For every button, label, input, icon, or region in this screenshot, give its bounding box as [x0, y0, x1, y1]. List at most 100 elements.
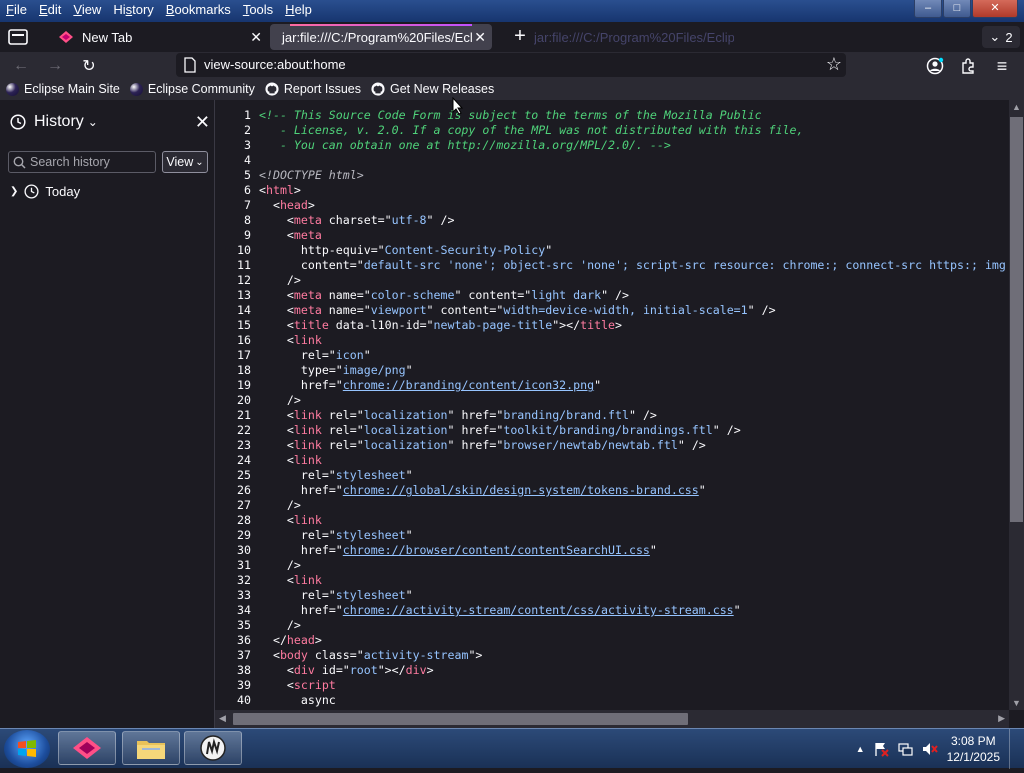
source-token-link[interactable]: chrome://branding/content/icon32.png	[343, 378, 594, 392]
source-token-val: Content-Security-Policy	[384, 243, 546, 257]
source-token-attr: rel	[321, 438, 350, 452]
back-button[interactable]: ←	[10, 55, 32, 77]
scroll-down-icon[interactable]: ▼	[1012, 698, 1021, 708]
close-tab-icon[interactable]: ✕	[250, 29, 262, 46]
source-token-val: width=device-width, initial-scale=1	[503, 303, 748, 317]
show-desktop-button[interactable]	[1009, 729, 1024, 769]
bookmark-star-icon[interactable]: ☆	[826, 54, 842, 75]
bookmark-eclipse-community[interactable]: Eclipse Community	[129, 82, 255, 96]
source-token-punc: "	[405, 468, 413, 482]
vertical-scroll-thumb[interactable]	[1010, 117, 1023, 522]
source-line: 38 <div id="root"></div>	[215, 663, 434, 678]
menu-accelerator: V	[73, 2, 82, 17]
menu-tools[interactable]: Tools	[237, 0, 279, 20]
source-token-punc: ="	[349, 258, 364, 272]
view-dropdown-button[interactable]: View ⌄	[162, 151, 208, 173]
volume-muted-icon[interactable]	[921, 741, 939, 757]
line-number: 16	[237, 333, 251, 347]
source-token-tag: link	[293, 453, 322, 467]
tab-new-tab[interactable]: New Tab ✕	[50, 24, 268, 50]
bookmark-label: Eclipse Main Site	[24, 82, 120, 96]
search-history-input[interactable]: Search history	[8, 151, 156, 173]
taskbar-explorer-button[interactable]	[122, 731, 180, 765]
scroll-up-icon[interactable]: ▲	[1012, 102, 1021, 112]
line-number: 38	[237, 663, 251, 677]
menu-label-rest: elp	[294, 2, 312, 17]
source-token-punc: <	[259, 573, 294, 587]
horizontal-scroll-thumb[interactable]	[233, 713, 688, 725]
show-hidden-icons-icon[interactable]: ▲	[856, 744, 865, 754]
history-group-today[interactable]: ❯ Today	[10, 184, 80, 199]
start-button[interactable]	[4, 730, 50, 768]
menu-file[interactable]: File	[0, 0, 33, 20]
source-token-link[interactable]: chrome://browser/content/contentSearchUI…	[343, 543, 650, 557]
close-window-button[interactable]: ✕	[972, 0, 1018, 18]
network-icon[interactable]	[897, 741, 913, 757]
line-number: 17	[237, 348, 251, 362]
line-number: 5	[244, 168, 251, 182]
firefox-view-button[interactable]	[6, 26, 30, 48]
taskbar-app-button[interactable]	[184, 731, 242, 765]
browser-app-icon	[73, 737, 101, 759]
system-clock[interactable]: 3:08 PM 12/1/2025	[947, 733, 1000, 765]
vertical-scrollbar[interactable]: ▲ ▼	[1009, 100, 1024, 710]
clock-time: 3:08 PM	[950, 734, 996, 748]
source-line: 3 - You can obtain one at http://mozilla…	[215, 138, 671, 153]
scroll-right-icon[interactable]: ▶	[998, 713, 1005, 724]
source-token-tag: title	[293, 318, 329, 332]
url-bar[interactable]: view-source:about:home ☆	[176, 53, 846, 77]
view-source-content[interactable]: 1 <!-- This Source Code Form is subject t…	[215, 100, 1009, 710]
menu-history[interactable]: History	[107, 0, 159, 20]
source-line: 13 <meta name="color-scheme" content="li…	[215, 288, 629, 303]
source-token-punc: ="	[356, 303, 371, 317]
source-token-punc: />	[259, 393, 301, 407]
minimize-button[interactable]: –	[914, 0, 942, 18]
horizontal-scrollbar[interactable]: ◀ ▶	[215, 710, 1009, 728]
maximize-button[interactable]: □	[943, 0, 971, 18]
taskbar-browser-button[interactable]	[58, 731, 116, 765]
source-token-punc: "	[733, 603, 741, 617]
close-sidebar-icon[interactable]: ✕	[195, 112, 210, 133]
extensions-button[interactable]	[958, 55, 980, 77]
source-token-punc: />	[259, 498, 301, 512]
list-all-tabs-button[interactable]: ⌄ 2	[982, 26, 1020, 48]
bookmark-eclipse-main-site[interactable]: Eclipse Main Site	[6, 82, 120, 96]
menu-help[interactable]: Help	[279, 0, 318, 20]
clock-icon	[10, 114, 26, 130]
sidebar-header[interactable]: History ⌄ ✕	[10, 110, 210, 134]
forward-button[interactable]: →	[44, 55, 66, 77]
account-button[interactable]	[924, 55, 946, 77]
source-token-comment: - You can obtain one at http://mozilla.o…	[259, 138, 671, 152]
folder-icon	[137, 741, 165, 759]
bookmark-get-new-releases[interactable]: Get New Releases	[371, 82, 494, 96]
source-token-tag: body	[279, 648, 308, 662]
source-line: 22 <link rel="localization" href="toolki…	[215, 423, 741, 438]
source-token-link[interactable]: chrome://activity-stream/content/css/act…	[343, 603, 734, 617]
source-token-link[interactable]: chrome://global/skin/design-system/token…	[343, 483, 699, 497]
source-token-attr: id	[314, 663, 336, 677]
source-token-attr: href	[259, 483, 329, 497]
close-tab-icon[interactable]: ✕	[474, 29, 486, 46]
action-center-flag-icon[interactable]	[873, 741, 889, 757]
source-line: 30 href="chrome://browser/content/conten…	[215, 543, 657, 558]
view-label: View	[166, 155, 194, 169]
app-menu-button[interactable]: ≡	[991, 55, 1013, 77]
menu-bookmarks[interactable]: Bookmarks	[160, 0, 237, 20]
source-token-punc: ="	[517, 288, 532, 302]
menu-view[interactable]: View	[67, 0, 107, 20]
bookmark-report-issues[interactable]: Report Issues	[265, 82, 361, 96]
tab-view-source[interactable]: jar:file:///C:/Program%20Files/Eclip: ✕	[270, 24, 492, 50]
tab-strip: New Tab ✕ jar:file:///C:/Program%20Files…	[0, 22, 1024, 52]
line-number: 39	[237, 678, 251, 692]
menu-edit[interactable]: Edit	[33, 0, 67, 20]
menu-label-rest: iew	[81, 2, 102, 17]
source-token-attr: rel	[321, 423, 350, 437]
source-token-punc: " />	[712, 423, 741, 437]
tab-background[interactable]: jar:file:///C:/Program%20Files/Eclip	[526, 24, 766, 50]
arrow-right-icon: →	[47, 57, 63, 74]
reload-button[interactable]: ↻	[78, 55, 100, 77]
scroll-left-icon[interactable]: ◀	[219, 713, 226, 724]
source-token-punc: ="	[335, 663, 350, 677]
source-token-punc: ="	[349, 648, 364, 662]
source-line: 32 <link	[215, 573, 322, 588]
